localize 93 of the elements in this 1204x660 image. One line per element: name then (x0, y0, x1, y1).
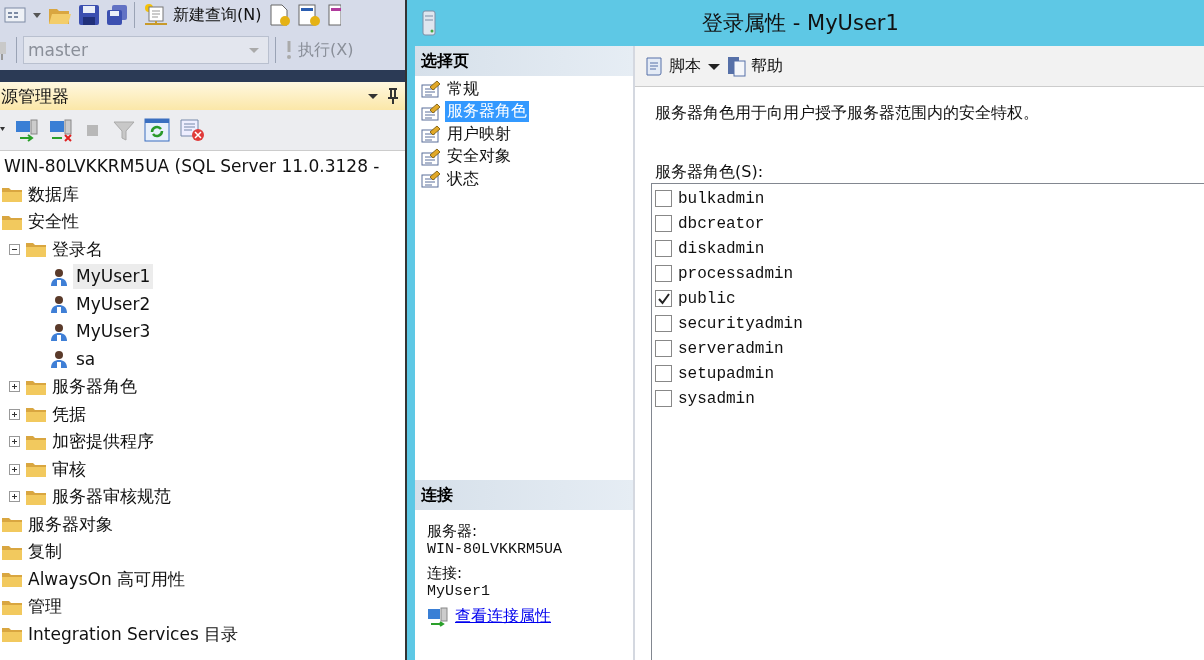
folder-icon (1, 570, 23, 589)
disks-icon[interactable] (106, 4, 128, 26)
tree-item[interactable]: 审核 (49, 456, 89, 482)
tree-item[interactable]: 加密提供程序 (49, 429, 157, 455)
pin-icon[interactable] (387, 87, 399, 105)
expand-icon[interactable] (9, 381, 20, 393)
user-icon (49, 294, 69, 315)
help-icon (727, 55, 747, 77)
user-icon (49, 321, 69, 342)
folder-icon (1, 185, 23, 204)
new-query-icon (143, 3, 169, 27)
page-icon (421, 147, 441, 166)
refresh-icon[interactable] (144, 117, 170, 143)
checkbox-label: bulkadmin (678, 189, 765, 208)
checkbox-label: diskadmin (678, 239, 765, 258)
tree-item[interactable]: 管理 (25, 594, 65, 620)
tree-item[interactable]: AlwaysOn 高可用性 (25, 566, 189, 592)
checkbox-label: sysadmin (678, 389, 755, 408)
dropdown-icon (248, 45, 260, 55)
link[interactable]: 查看连接属性 (455, 606, 551, 627)
field-value: WIN-80LVKKRM5UA (427, 541, 564, 558)
list-label: 服务器角色(S): (655, 162, 765, 183)
checkbox[interactable] (655, 365, 672, 382)
document-icon[interactable] (327, 3, 342, 27)
field-label: 服务器: (427, 522, 479, 541)
tree-item[interactable]: MyUser2 (73, 291, 154, 317)
page-icon (421, 102, 441, 121)
page-item[interactable]: 常规 (445, 78, 481, 100)
checkbox-label: serveradmin (678, 339, 784, 358)
collapse-icon[interactable] (9, 243, 20, 255)
disconnect-icon[interactable] (48, 118, 74, 142)
window-title: 登录属性 - MyUser1 (701, 10, 900, 37)
checkbox[interactable] (655, 190, 672, 207)
checkbox[interactable] (655, 340, 672, 357)
page-item[interactable]: 安全对象 (445, 146, 513, 168)
new-query-button[interactable]: 新建查询(N) (141, 3, 264, 27)
tree-item[interactable]: Integration Services 目录 (25, 621, 242, 647)
tree-item[interactable]: 数据库 (25, 181, 82, 207)
scroll-icon (643, 55, 665, 77)
folder-icon (25, 240, 47, 259)
tree-item[interactable]: 服务器角色 (49, 374, 140, 400)
user-icon (49, 349, 69, 370)
checkbox-label: processadmin (678, 264, 794, 283)
tree-item[interactable]: 服务器对象 (25, 511, 116, 537)
checkbox[interactable] (655, 240, 672, 257)
checkbox[interactable] (655, 290, 672, 307)
document-icon[interactable] (297, 3, 322, 27)
field-value: MyUser1 (427, 583, 491, 600)
tree-item[interactable]: MyUser3 (73, 319, 154, 345)
page-item[interactable]: 用户映射 (445, 123, 513, 145)
folder-icon (25, 460, 47, 479)
page-item[interactable]: 状态 (445, 168, 481, 190)
folder-icon (25, 405, 47, 424)
connection-icon (427, 606, 449, 627)
panel-title: 源管理器 (1, 84, 69, 108)
expand-icon[interactable] (9, 463, 20, 475)
tree-item[interactable]: MyUser1 (73, 264, 154, 290)
server-icon (421, 9, 437, 37)
checkbox[interactable] (655, 390, 672, 407)
section-header: 连接 (415, 480, 633, 510)
section-header: 选择页 (415, 46, 633, 76)
tree-item[interactable]: 服务器审核规范 (49, 484, 174, 510)
tree-item[interactable]: 复制 (25, 539, 65, 565)
checkbox[interactable] (655, 215, 672, 232)
tree-item[interactable]: 安全性 (25, 209, 82, 235)
checkbox[interactable] (655, 265, 672, 282)
page-icon (421, 170, 441, 189)
folder-icon (1, 625, 23, 644)
tree-item[interactable]: 凭据 (49, 401, 89, 427)
exclamation-icon (284, 38, 294, 62)
expand-icon[interactable] (9, 408, 20, 420)
checkbox-label: dbcreator (678, 214, 765, 233)
user-icon (49, 266, 69, 287)
document-icon[interactable] (269, 3, 292, 27)
tree-item[interactable]: 登录名 (49, 236, 106, 262)
page-icon (421, 80, 441, 99)
checkbox-label: securityadmin (678, 314, 803, 333)
field-label: 连接: (427, 564, 464, 583)
grid-icon[interactable] (4, 5, 26, 25)
script-button[interactable]: 脚本 (643, 55, 701, 77)
tree-item[interactable]: WIN-80LVKKRM5UA (SQL Server 11.0.3128 - (1, 154, 383, 180)
folder-icon (1, 515, 23, 534)
page-icon (421, 125, 441, 144)
tree-item[interactable]: sa (73, 346, 99, 372)
expand-icon[interactable] (9, 491, 20, 503)
checkbox-label: setupadmin (678, 364, 774, 383)
script-icon[interactable] (178, 117, 206, 143)
description: 服务器角色用于向用户授予服务器范围内的安全特权。 (655, 103, 1040, 124)
help-button[interactable]: 帮助 (727, 55, 783, 77)
checkbox[interactable] (655, 315, 672, 332)
checkbox-label: public (678, 289, 736, 308)
expand-icon[interactable] (9, 436, 20, 448)
connect-icon[interactable] (14, 118, 40, 142)
